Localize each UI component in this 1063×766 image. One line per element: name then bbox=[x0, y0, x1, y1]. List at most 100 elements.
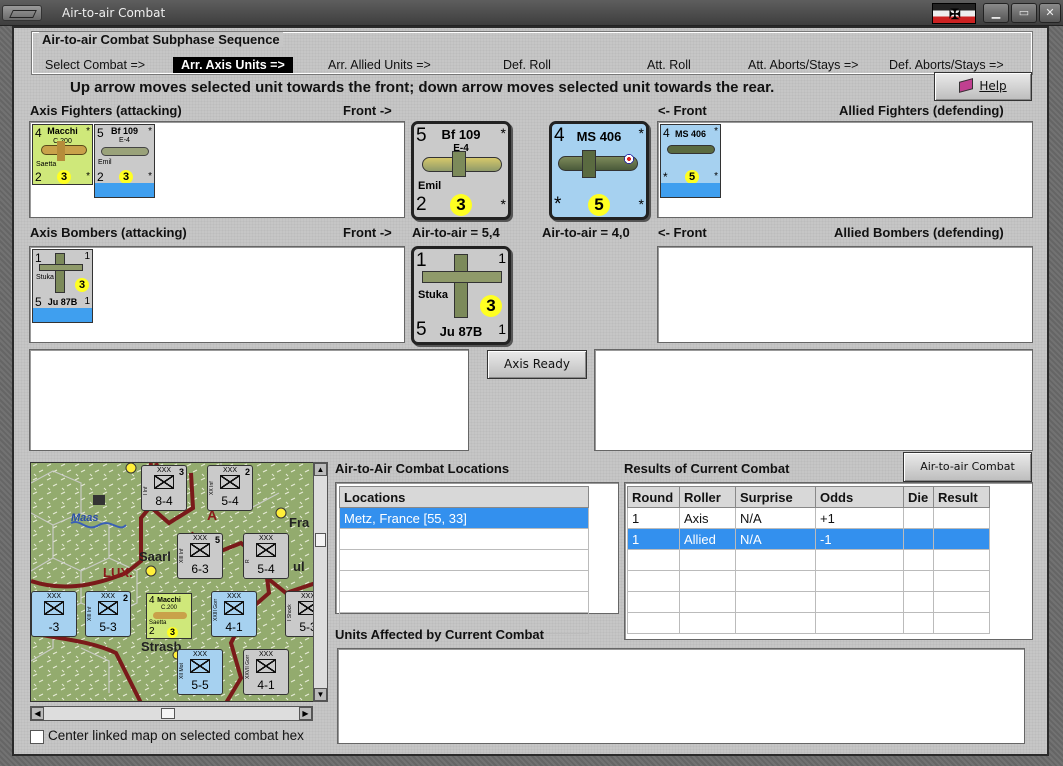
close-button[interactable]: ✕ bbox=[1039, 3, 1061, 23]
counter-strength: 6-3 bbox=[191, 562, 209, 576]
axis-fighters-box[interactable]: 4* Macchi C.200 Saetta 2 3 * 5* Bf 109 E… bbox=[29, 121, 405, 218]
scroll-down-arrow-icon[interactable]: ▼ bbox=[314, 688, 327, 701]
map-unit-counter[interactable]: I Shock XXX 5-3 bbox=[285, 591, 314, 637]
step-select-combat: Select Combat => bbox=[45, 58, 146, 72]
allied-fighters-label: Allied Fighters (defending) bbox=[839, 103, 1004, 118]
scroll-left-arrow-icon[interactable]: ◀ bbox=[31, 707, 44, 720]
vertical-scroll-thumb[interactable] bbox=[315, 533, 326, 547]
results-column-header: Odds bbox=[815, 486, 904, 508]
results-column-header: Round bbox=[627, 486, 680, 508]
unit-bf109-small[interactable]: 5 * Bf 109 E-4 Emil 2 3 * bbox=[94, 124, 155, 198]
results-column-header: Roller bbox=[679, 486, 736, 508]
results-row[interactable] bbox=[627, 549, 990, 571]
lux-label: LUX. bbox=[103, 565, 133, 580]
counter-size-mark: XXX bbox=[46, 593, 61, 600]
map-unit-counter[interactable]: XX Inf XXX 2 5-4 bbox=[207, 465, 253, 511]
location-row[interactable] bbox=[339, 591, 589, 613]
units-affected-box[interactable] bbox=[337, 648, 1025, 744]
linked-map[interactable]: Maas Saarl LUX. Strasb Fra ul A I Inf XXX… bbox=[30, 462, 315, 702]
results-cell bbox=[679, 612, 736, 634]
axis-escort-box[interactable] bbox=[29, 349, 469, 451]
unit-stuka-front[interactable]: 11 Stuka 3 5 Ju 87B 1 bbox=[411, 246, 511, 345]
unit-ms406-front[interactable]: 4 * MS 406 * 5 * bbox=[549, 121, 649, 220]
location-cell: Metz, France [55, 33] bbox=[339, 507, 589, 529]
results-cell: Allied bbox=[679, 528, 736, 550]
map-unit-counter[interactable]: XXIII Gorr XXX 4-1 bbox=[211, 591, 257, 637]
map-vertical-scrollbar[interactable]: ▲ ▼ bbox=[313, 462, 328, 702]
map-unit-counter[interactable]: XXX -3 bbox=[31, 591, 77, 637]
results-cell bbox=[627, 549, 680, 571]
results-title: Results of Current Combat bbox=[624, 461, 790, 476]
allied-escort-box[interactable] bbox=[594, 349, 1033, 451]
allied-fighters-front-label: <- Front bbox=[658, 103, 707, 118]
scroll-up-arrow-icon[interactable]: ▲ bbox=[314, 463, 327, 476]
allied-bombers-box[interactable] bbox=[657, 246, 1033, 343]
counter-size-mark: XXX bbox=[258, 651, 273, 658]
maas-label: Maas bbox=[71, 512, 99, 524]
results-row[interactable] bbox=[627, 612, 990, 634]
results-row[interactable] bbox=[627, 570, 990, 592]
map-unit-counter[interactable]: R XXX 5-4 bbox=[243, 533, 289, 579]
location-cell bbox=[339, 570, 589, 592]
results-cell bbox=[815, 612, 904, 634]
infantry-symbol-icon bbox=[224, 601, 244, 615]
counter-strength: 4-1 bbox=[257, 678, 275, 692]
step-arrange-axis-units: Arr. Axis Units => bbox=[173, 57, 293, 73]
stuka-small-plane-icon bbox=[55, 253, 65, 293]
minimize-button[interactable]: ▁ bbox=[983, 3, 1009, 23]
results-cell bbox=[933, 591, 990, 613]
map-unit-counter[interactable]: XXVII Gorr XXX 4-1 bbox=[243, 649, 289, 695]
location-row[interactable] bbox=[339, 549, 589, 571]
map-unit-counter[interactable]: I Inf XXX 3 8-4 bbox=[141, 465, 187, 511]
unit-macchi-c200[interactable]: 4* Macchi C.200 Saetta 2 3 * bbox=[32, 124, 93, 185]
counter-strength: 4-1 bbox=[225, 620, 243, 634]
results-cell bbox=[679, 549, 736, 571]
counter-stack-count: 2 bbox=[244, 467, 250, 477]
location-row[interactable]: Metz, France [55, 33] bbox=[339, 507, 589, 529]
map-unit-counter[interactable]: XIII Inf XXX 5 6-3 bbox=[177, 533, 223, 579]
allied-bombers-label: Allied Bombers (defending) bbox=[834, 225, 1004, 240]
air-to-air-chart-button[interactable]: Air-to-air Combat Chart bbox=[903, 452, 1032, 501]
map-unit-counter[interactable]: XII Mot XXX 5-5 bbox=[177, 649, 223, 695]
results-cell: +1 bbox=[815, 507, 904, 529]
results-row[interactable] bbox=[627, 591, 990, 613]
center-map-checkbox[interactable] bbox=[30, 730, 44, 744]
infantry-symbol-icon bbox=[220, 475, 240, 489]
results-cell bbox=[903, 528, 934, 550]
counter-strength: 5-4 bbox=[221, 494, 239, 508]
help-button[interactable]: Help bbox=[934, 72, 1032, 101]
unit-bf109-front[interactable]: 5 * Bf 109 E-4 Emil 2 3 * bbox=[411, 121, 511, 220]
axis-ready-button[interactable]: Axis Ready bbox=[487, 350, 587, 379]
counter-size-mark: XXX bbox=[258, 535, 273, 542]
results-cell bbox=[815, 591, 904, 613]
step-defender-roll: Def. Roll bbox=[503, 58, 551, 72]
unit-ms406-small[interactable]: 4 * MS 406 * 5 * bbox=[660, 124, 721, 198]
axis-bombers-box[interactable]: 11 Stuka 3 5 Ju 87B 1 bbox=[29, 246, 405, 343]
scroll-right-arrow-icon[interactable]: ▶ bbox=[299, 707, 312, 720]
results-cell bbox=[735, 570, 816, 592]
infantry-symbol-icon bbox=[256, 543, 276, 557]
bf109-wing-icon bbox=[452, 151, 466, 177]
horizontal-scroll-thumb[interactable] bbox=[161, 708, 175, 719]
location-row[interactable] bbox=[339, 528, 589, 550]
stuka-plane-icon bbox=[454, 254, 468, 318]
unit-stuka-small[interactable]: 11 Stuka 3 5 Ju 87B 1 bbox=[32, 249, 93, 323]
results-cell bbox=[735, 612, 816, 634]
map-unit-counter[interactable]: XIII Inf XXX 2 5-3 bbox=[85, 591, 131, 637]
ms406-small-plane-icon bbox=[667, 145, 715, 154]
system-menu-icon[interactable] bbox=[2, 5, 42, 21]
location-cell bbox=[339, 549, 589, 571]
location-row[interactable] bbox=[339, 570, 589, 592]
maximize-button[interactable]: ▭ bbox=[1011, 3, 1037, 23]
fra-label: Fra bbox=[289, 515, 310, 530]
selection-bar bbox=[95, 183, 154, 197]
allied-fighters-box[interactable]: 4 * MS 406 * 5 * bbox=[657, 121, 1033, 218]
locations-list[interactable]: Locations Metz, France [55, 33] bbox=[335, 482, 619, 634]
results-row[interactable]: 1 Allied N/A -1 bbox=[627, 528, 990, 550]
map-unit-macchi[interactable]: 4 Macchi C.200 Saetta 2 3 bbox=[146, 593, 192, 639]
results-cell bbox=[627, 591, 680, 613]
results-grid[interactable]: Round Roller Surprise Odds Die Result 1 Axis N/… bbox=[624, 482, 1033, 640]
map-horizontal-scrollbar[interactable]: ◀ ▶ bbox=[30, 706, 313, 721]
results-cell bbox=[903, 612, 934, 634]
results-row[interactable]: 1 Axis N/A +1 bbox=[627, 507, 990, 529]
